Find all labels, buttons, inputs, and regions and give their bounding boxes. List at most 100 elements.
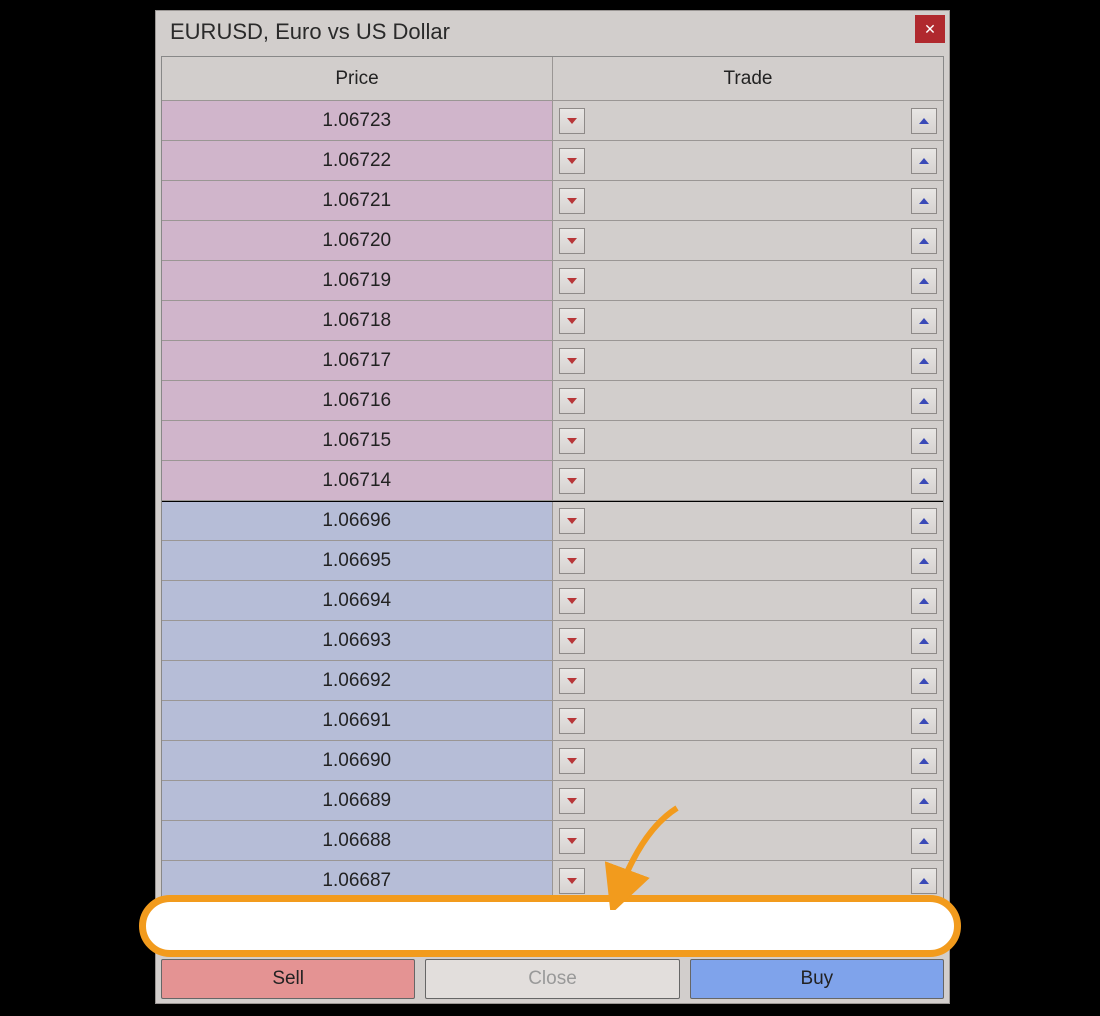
price-cell[interactable]: 1.06694 [162,581,553,620]
chevron-down-icon [567,558,577,564]
chevron-up-icon [919,598,929,604]
buy-at-price-button[interactable] [911,188,937,214]
buy-at-price-button[interactable] [911,588,937,614]
buy-at-price-button[interactable] [911,428,937,454]
buy-at-price-button[interactable] [911,268,937,294]
buy-at-price-button[interactable] [911,508,937,534]
price-cell[interactable]: 1.06690 [162,741,553,780]
buy-at-price-button[interactable] [911,748,937,774]
price-row: 1.06719 [162,261,943,301]
trade-cell [553,502,944,540]
chevron-up-icon [919,238,929,244]
price-cell[interactable]: 1.06692 [162,661,553,700]
trade-cell [553,221,944,260]
buy-at-price-button[interactable] [911,308,937,334]
trade-cell [553,621,944,660]
price-cell[interactable]: 1.06723 [162,101,553,140]
chevron-up-icon [919,198,929,204]
sell-at-price-button[interactable] [559,468,585,494]
dom-grid: Price Trade 1.067231.067221.067211.06720… [161,56,944,902]
buy-at-price-button[interactable] [911,828,937,854]
price-cell[interactable]: 1.06722 [162,141,553,180]
buy-at-price-button[interactable] [911,148,937,174]
sell-at-price-button[interactable] [559,548,585,574]
price-row: 1.06696 [162,501,943,541]
price-cell[interactable]: 1.06718 [162,301,553,340]
sell-at-price-button[interactable] [559,308,585,334]
price-cell[interactable]: 1.06721 [162,181,553,220]
buy-at-price-button[interactable] [911,468,937,494]
buy-at-price-button[interactable] [911,108,937,134]
chevron-down-icon [567,158,577,164]
sell-at-price-button[interactable] [559,148,585,174]
trade-cell [553,101,944,140]
sell-at-price-button[interactable] [559,508,585,534]
sell-button[interactable]: Sell [161,959,415,999]
price-cell[interactable]: 1.06717 [162,341,553,380]
sell-at-price-button[interactable] [559,788,585,814]
buy-at-price-button[interactable] [911,548,937,574]
price-cell[interactable]: 1.06696 [162,502,553,540]
chevron-down-icon [567,318,577,324]
price-row: 1.06688 [162,821,943,861]
price-row: 1.06691 [162,701,943,741]
sell-at-price-button[interactable] [559,228,585,254]
price-cell[interactable]: 1.06691 [162,701,553,740]
price-cell[interactable]: 1.06695 [162,541,553,580]
price-row: 1.06714 [162,461,943,501]
buy-at-price-button[interactable] [911,868,937,894]
chevron-up-icon [919,278,929,284]
buy-at-price-button[interactable] [911,228,937,254]
sell-at-price-button[interactable] [559,108,585,134]
buy-at-price-button[interactable] [911,708,937,734]
price-cell[interactable]: 1.06716 [162,381,553,420]
price-cell[interactable]: 1.06689 [162,781,553,820]
chevron-up-icon [919,798,929,804]
close-window-button[interactable]: ✕ [915,15,945,43]
buy-button[interactable]: Buy [690,959,944,999]
chevron-down-icon [567,438,577,444]
buy-at-price-button[interactable] [911,348,937,374]
sell-at-price-button[interactable] [559,668,585,694]
price-row: 1.06692 [162,661,943,701]
price-cell[interactable]: 1.06693 [162,621,553,660]
buy-at-price-button[interactable] [911,788,937,814]
sell-at-price-button[interactable] [559,388,585,414]
buy-at-price-button[interactable] [911,628,937,654]
sell-at-price-button[interactable] [559,268,585,294]
dom-window: EURUSD, Euro vs US Dollar ✕ Price Trade … [155,10,950,1004]
price-cell[interactable]: 1.06688 [162,821,553,860]
chevron-down-icon [567,398,577,404]
close-position-button[interactable]: Close [425,959,679,999]
sell-at-price-button[interactable] [559,868,585,894]
trade-cell [553,581,944,620]
price-row: 1.06693 [162,621,943,661]
buy-at-price-button[interactable] [911,668,937,694]
chevron-down-icon [567,598,577,604]
sell-at-price-button[interactable] [559,588,585,614]
sell-at-price-button[interactable] [559,188,585,214]
buy-at-price-button[interactable] [911,388,937,414]
chevron-up-icon [919,118,929,124]
chevron-down-icon [567,838,577,844]
sell-at-price-button[interactable] [559,348,585,374]
sell-at-price-button[interactable] [559,628,585,654]
chevron-up-icon [919,518,929,524]
chevron-down-icon [567,878,577,884]
price-cell[interactable]: 1.06714 [162,461,553,500]
trade-cell [553,421,944,460]
price-cell[interactable]: 1.06719 [162,261,553,300]
sell-at-price-button[interactable] [559,708,585,734]
sell-at-price-button[interactable] [559,748,585,774]
price-cell[interactable]: 1.06720 [162,221,553,260]
chevron-up-icon [919,318,929,324]
titlebar: EURUSD, Euro vs US Dollar ✕ [156,11,949,53]
price-cell[interactable]: 1.06715 [162,421,553,460]
chevron-down-icon [567,278,577,284]
sell-at-price-button[interactable] [559,428,585,454]
sell-at-price-button[interactable] [559,828,585,854]
chevron-up-icon [919,358,929,364]
grid-header: Price Trade [162,57,943,101]
chevron-down-icon [567,198,577,204]
price-row: 1.06690 [162,741,943,781]
